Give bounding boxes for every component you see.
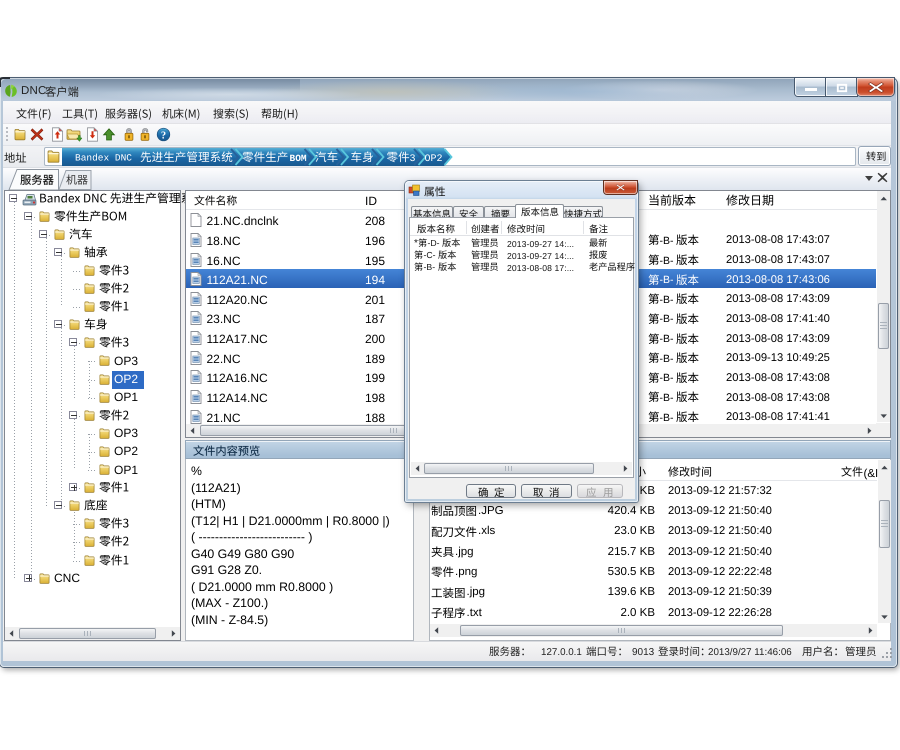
svg-text:(&I: (&I bbox=[864, 468, 879, 480]
svg-text:OP2: OP2 bbox=[425, 154, 443, 165]
svg-text:Bandex DNC: Bandex DNC bbox=[75, 153, 132, 164]
svg-text:3: 3 bbox=[410, 154, 416, 165]
svg-text:?: ? bbox=[161, 130, 166, 141]
svg-text:BOM: BOM bbox=[290, 153, 307, 164]
